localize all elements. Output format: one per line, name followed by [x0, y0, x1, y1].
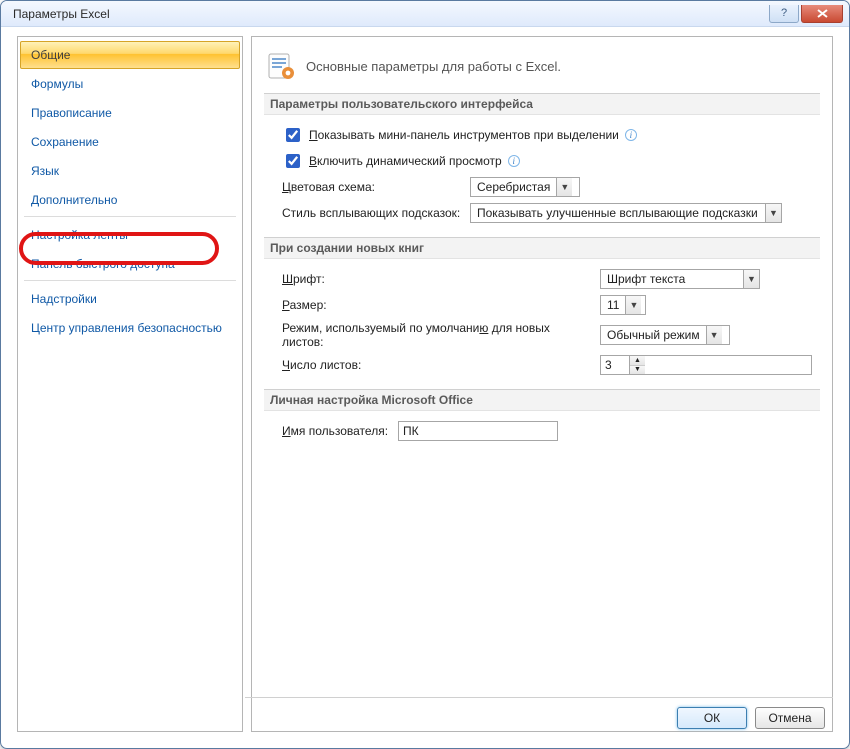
- group-ui-options: Параметры пользовательского интерфейса П…: [264, 93, 820, 237]
- label-mini-toolbar: Показывать мини-панель инструментов при …: [309, 128, 619, 142]
- general-options-icon: [266, 51, 296, 81]
- cancel-button[interactable]: Отмена: [755, 707, 825, 729]
- dialog-footer: ОК Отмена: [245, 697, 833, 737]
- spinner-down-icon[interactable]: ▼: [630, 366, 645, 375]
- group-new-workbooks: При создании новых книг Шрифт: Шрифт тек…: [264, 237, 820, 389]
- sidebar-item-language[interactable]: Язык: [20, 157, 240, 185]
- info-icon[interactable]: i: [508, 155, 520, 167]
- titlebar[interactable]: Параметры Excel ?: [1, 1, 849, 27]
- sidebar-item-customize-ribbon[interactable]: Настройка ленты: [20, 221, 240, 249]
- close-button[interactable]: [801, 5, 843, 23]
- group-title: Личная настройка Microsoft Office: [264, 390, 820, 411]
- sidebar-item-advanced[interactable]: Дополнительно: [20, 186, 240, 214]
- label-live-preview: Включить динамический просмотр: [309, 154, 502, 168]
- sidebar-item-quick-access-toolbar[interactable]: Панель быстрого доступа: [20, 250, 240, 278]
- help-button[interactable]: ?: [769, 5, 799, 23]
- combo-screentip-style[interactable]: Показывать улучшенные всплывающие подска…: [470, 203, 782, 223]
- label-font-size: Размер:: [282, 298, 592, 312]
- group-title: При создании новых книг: [264, 238, 820, 259]
- info-icon[interactable]: i: [625, 129, 637, 141]
- input-username[interactable]: ПК: [398, 421, 558, 441]
- sidebar-separator: [24, 216, 236, 217]
- combo-color-scheme[interactable]: Серебристая ▼: [470, 177, 580, 197]
- sidebar-item-proofing[interactable]: Правописание: [20, 99, 240, 127]
- group-title: Параметры пользовательского интерфейса: [264, 94, 820, 115]
- chevron-down-icon: ▼: [706, 326, 722, 344]
- sidebar-separator: [24, 280, 236, 281]
- sidebar-item-formulas[interactable]: Формулы: [20, 70, 240, 98]
- combo-font-size[interactable]: 11 ▼: [600, 295, 646, 315]
- category-sidebar: Общие Формулы Правописание Сохранение Яз…: [17, 36, 243, 732]
- spinner-sheet-count[interactable]: 3 ▲▼: [600, 355, 812, 375]
- label-sheet-count: Число листов:: [282, 358, 592, 372]
- chevron-down-icon: ▼: [556, 178, 572, 196]
- label-color-scheme: Цветовая схема:: [282, 180, 462, 194]
- label-font: Шрифт:: [282, 272, 592, 286]
- combo-font[interactable]: Шрифт текста ▼: [600, 269, 760, 289]
- label-default-view: Режим, используемый по умолчанию для нов…: [282, 321, 592, 349]
- excel-options-dialog: Параметры Excel ? Общие Формулы Правопис…: [0, 0, 850, 749]
- chevron-down-icon: ▼: [743, 270, 759, 288]
- ok-button[interactable]: ОК: [677, 707, 747, 729]
- checkbox-live-preview[interactable]: [286, 154, 300, 168]
- window-title: Параметры Excel: [13, 7, 767, 21]
- chevron-down-icon: ▼: [765, 204, 781, 222]
- checkbox-mini-toolbar[interactable]: [286, 128, 300, 142]
- label-username: Имя пользователя:: [282, 424, 392, 438]
- content-pane: Основные параметры для работы с Excel. П…: [251, 36, 833, 732]
- sidebar-item-general[interactable]: Общие: [20, 41, 240, 69]
- group-personalize: Личная настройка Microsoft Office Имя по…: [264, 389, 820, 461]
- spinner-up-icon[interactable]: ▲: [630, 356, 645, 366]
- sidebar-item-trust-center[interactable]: Центр управления безопасностью: [20, 314, 240, 342]
- close-icon: [817, 9, 828, 18]
- sidebar-item-save[interactable]: Сохранение: [20, 128, 240, 156]
- label-screentip-style: Стиль всплывающих подсказок:: [282, 206, 462, 220]
- sidebar-item-addins[interactable]: Надстройки: [20, 285, 240, 313]
- page-heading: Основные параметры для работы с Excel.: [306, 59, 561, 74]
- chevron-down-icon: ▼: [625, 296, 641, 314]
- combo-default-view[interactable]: Обычный режим ▼: [600, 325, 730, 345]
